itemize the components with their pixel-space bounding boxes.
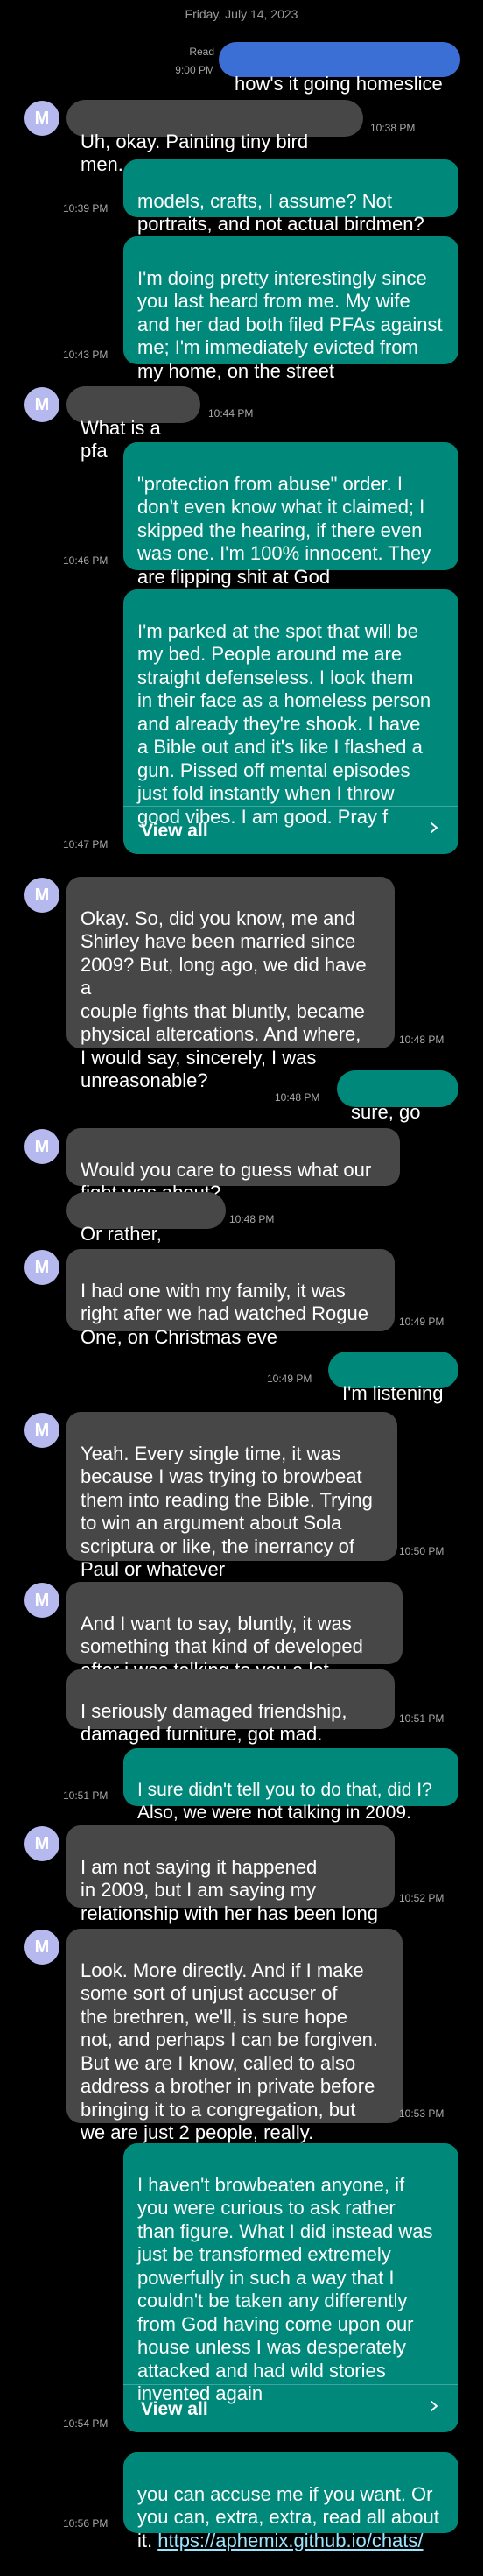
message-text: I haven't browbeaten anyone, if you were… (137, 2173, 433, 2405)
message-text: I'm parked at the spot that will be my b… (137, 619, 431, 828)
sent-message-bubble[interactable]: you can accuse me if you want. Or you ca… (123, 2452, 458, 2551)
message-text: I am not saying it happened in 2009, but… (80, 1855, 379, 1924)
sent-message-bubble[interactable]: "protection from abuse" order. I don't e… (123, 442, 458, 588)
message-timestamp: 10:49 PM (267, 1373, 312, 1385)
message-text-wrapper: you can accuse me if you want. Or you ca… (137, 2483, 444, 2553)
message-timestamp: 10:48 PM (229, 1213, 275, 1225)
received-message-bubble[interactable]: And I want to say, bluntly, it was somet… (66, 1582, 402, 1681)
message-timestamp: 10:38 PM (370, 122, 416, 134)
received-message-bubble[interactable]: Would you care to guess what our fight w… (66, 1128, 400, 1203)
read-receipt-time: 9:00 PM (175, 64, 214, 76)
received-message-bubble[interactable]: Or rather, fights (66, 1192, 226, 1267)
view-all-label: View all (141, 821, 208, 841)
message-text: I had one with my family, it was right a… (80, 1279, 368, 1348)
message-timestamp: 10:43 PM (63, 349, 108, 361)
message-timestamp: 10:51 PM (399, 1712, 444, 1725)
message-text: Look. More directly. And if I make some … (80, 1958, 379, 2144)
message-timestamp: 10:48 PM (399, 1034, 444, 1046)
message-timestamp: 10:46 PM (63, 554, 108, 567)
sent-message-bubble[interactable]: how's it going homeslice (219, 42, 460, 95)
message-timestamp: 10:44 PM (208, 407, 254, 420)
message-text: I'm doing pretty interestingly since you… (137, 266, 443, 382)
contact-avatar[interactable]: M (24, 1930, 60, 1965)
contact-avatar[interactable]: M (24, 1129, 60, 1164)
message-timestamp: 10:39 PM (63, 202, 108, 215)
message-timestamp: 10:49 PM (399, 1316, 444, 1328)
message-text: Yeah. Every single time, it was because … (80, 1442, 373, 1581)
received-message-bubble[interactable]: I seriously damaged friendship, damaged … (66, 1669, 395, 1745)
sent-message-bubble[interactable]: I haven't browbeaten anyone, if you were… (123, 2143, 458, 2432)
sent-message-bubble[interactable]: sure, go on (337, 1070, 458, 1146)
message-text: models, crafts, I assume? Not portraits,… (137, 189, 424, 236)
received-message-bubble[interactable]: What is a pfa (66, 386, 200, 462)
conversation-date: Friday, July 14, 2023 (185, 7, 298, 21)
sent-message-bubble[interactable]: I'm doing pretty interestingly since you… (123, 236, 458, 382)
view-all-label: View all (141, 2399, 208, 2419)
message-timestamp: 10:56 PM (63, 2517, 108, 2530)
message-text: I seriously damaged friendship, damaged … (80, 1699, 347, 1746)
contact-avatar[interactable]: M (24, 878, 60, 913)
received-message-bubble[interactable]: Yeah. Every single time, it was because … (66, 1412, 397, 1580)
message-timestamp: 10:53 PM (399, 2107, 444, 2120)
received-message-bubble[interactable]: Uh, okay. Painting tiny bird men. (66, 100, 363, 175)
sent-message-bubble[interactable]: I'm listening (328, 1352, 458, 1404)
message-timestamp: 10:47 PM (63, 838, 108, 850)
message-text: "protection from abuse" order. I don't e… (137, 472, 431, 588)
message-text: how's it going homeslice (234, 72, 443, 95)
message-text: I sure didn't tell you to do that, did I… (137, 1779, 432, 1824)
message-timestamp: 10:50 PM (399, 1545, 444, 1557)
contact-avatar[interactable]: M (24, 1826, 60, 1861)
sent-message-bubble[interactable]: I'm parked at the spot that will be my b… (123, 589, 458, 854)
message-timestamp: 10:51 PM (63, 1789, 108, 1802)
received-message-bubble[interactable]: I am not saying it happened in 2009, but… (66, 1825, 395, 1924)
chevron-right-icon (430, 822, 438, 833)
message-timestamp: 10:52 PM (399, 1892, 444, 1904)
sent-message-bubble[interactable]: I sure didn't tell you to do that, did I… (123, 1748, 458, 1823)
message-link[interactable]: https://aphemix.github.io/chats/ (158, 2530, 423, 2551)
message-text: Okay. So, did you know, me and Shirley h… (80, 907, 367, 1092)
received-message-bubble[interactable]: Look. More directly. And if I make some … (66, 1929, 402, 2143)
message-timestamp: 10:48 PM (275, 1091, 320, 1104)
read-receipt-label: Read (189, 46, 214, 58)
contact-avatar[interactable]: M (24, 387, 60, 422)
contact-avatar[interactable]: M (24, 1413, 60, 1448)
received-message-bubble[interactable]: Okay. So, did you know, me and Shirley h… (66, 877, 395, 1091)
chevron-right-icon (430, 2401, 438, 2411)
view-all-button[interactable]: View all (123, 806, 458, 854)
received-message-bubble[interactable]: I had one with my family, it was right a… (66, 1249, 395, 1348)
message-timestamp: 10:54 PM (63, 2417, 108, 2430)
message-text: I'm listening (342, 1381, 444, 1404)
contact-avatar[interactable]: M (24, 1583, 60, 1618)
contact-avatar[interactable]: M (24, 1250, 60, 1285)
contact-avatar[interactable]: M (24, 101, 60, 136)
view-all-button[interactable]: View all (123, 2384, 458, 2432)
sent-message-bubble[interactable]: models, crafts, I assume? Not portraits,… (123, 159, 458, 235)
